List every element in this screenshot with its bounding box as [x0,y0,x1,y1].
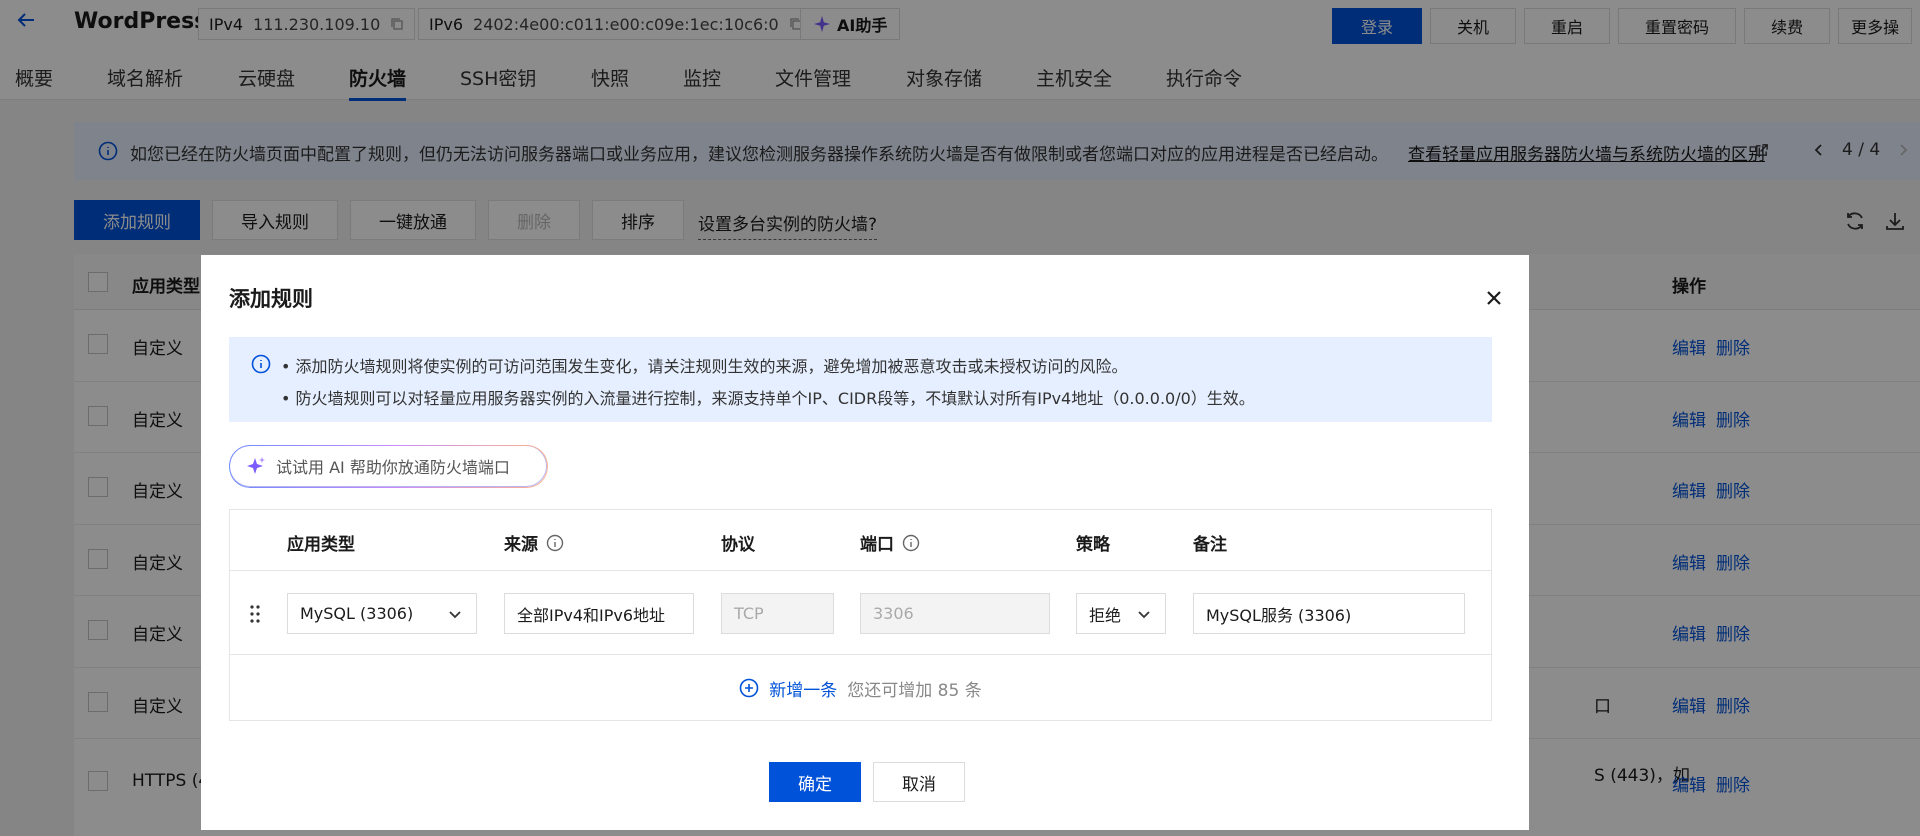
col-protocol: 协议 [721,530,755,555]
app-type-value: MySQL (3306) [300,604,414,623]
cancel-button[interactable]: 取消 [873,762,965,802]
info-circle-icon[interactable] [546,534,564,552]
close-icon[interactable] [1486,290,1502,306]
port-value: 3306 [873,604,914,623]
col-remark-label: 备注 [1193,535,1227,555]
dialog-info-box: • 添加防火墙规则将使实例的可访问范围发生变化，请关注规则生效的来源，避免增加被… [229,337,1492,422]
info-line: • 防火墙规则可以对轻量应用服务器实例的入流量进行控制，来源支持单个IP、CID… [281,389,1255,408]
info-circle-icon[interactable] [902,534,920,552]
policy-select[interactable]: 拒绝 [1076,593,1166,634]
protocol-value: TCP [734,604,764,623]
add-row-area: 新增一条 您还可增加 85 条 [230,655,1491,721]
ai-help-button[interactable]: 试试用 AI 帮助你放通防火墙端口 [229,445,547,487]
col-source: 来源 [504,530,564,555]
source-input[interactable]: 全部IPv4和IPv6地址 [504,593,694,634]
col-app-type: 应用类型 [287,530,355,555]
col-app-type-label: 应用类型 [287,535,355,555]
col-remark: 备注 [1193,530,1227,555]
col-port-label: 端口 [860,535,894,555]
col-source-label: 来源 [504,535,538,555]
sparkle-icon [247,457,265,474]
chevron-down-icon [1138,611,1150,619]
policy-value: 拒绝 [1089,605,1122,625]
dialog-footer: 确定 取消 [769,762,965,802]
col-policy: 策略 [1076,530,1110,555]
rule-table-header: 应用类型 来源 协议 端口 策略 备注 [230,510,1491,571]
source-value: 全部IPv4和IPv6地址 [517,605,666,625]
confirm-button[interactable]: 确定 [769,762,861,802]
info-line: • 添加防火墙规则将使实例的可访问范围发生变化，请关注规则生效的来源，避免增加被… [281,357,1128,376]
info-icon [251,354,271,374]
col-policy-label: 策略 [1076,535,1110,555]
plus-circle-icon[interactable] [739,678,759,698]
add-rule-dialog: 添加规则 • 添加防火墙规则将使实例的可访问范围发生变化，请关注规则生效的来源，… [201,255,1529,830]
add-new-row-link[interactable]: 新增一条 [769,676,837,701]
ai-help-label: 试试用 AI 帮助你放通防火墙端口 [276,458,510,477]
dialog-title: 添加规则 [229,287,313,311]
rule-row: MySQL (3306) 全部IPv4和IPv6地址 TCP 3306 拒绝 M… [230,571,1491,655]
add-remaining-hint: 您还可增加 85 条 [847,680,982,701]
col-protocol-label: 协议 [721,535,755,555]
new-rule-table: 应用类型 来源 协议 端口 策略 备注 MySQL (3306) 全部IPv4和… [229,509,1492,721]
remark-value: MySQL服务 (3306) [1206,605,1352,625]
col-port: 端口 [860,530,920,555]
app-type-select[interactable]: MySQL (3306) [287,593,477,634]
drag-handle-icon[interactable] [246,603,264,625]
chevron-down-icon [449,611,461,619]
remark-input[interactable]: MySQL服务 (3306) [1193,593,1465,634]
port-input: 3306 [860,593,1050,634]
protocol-input: TCP [721,593,834,634]
